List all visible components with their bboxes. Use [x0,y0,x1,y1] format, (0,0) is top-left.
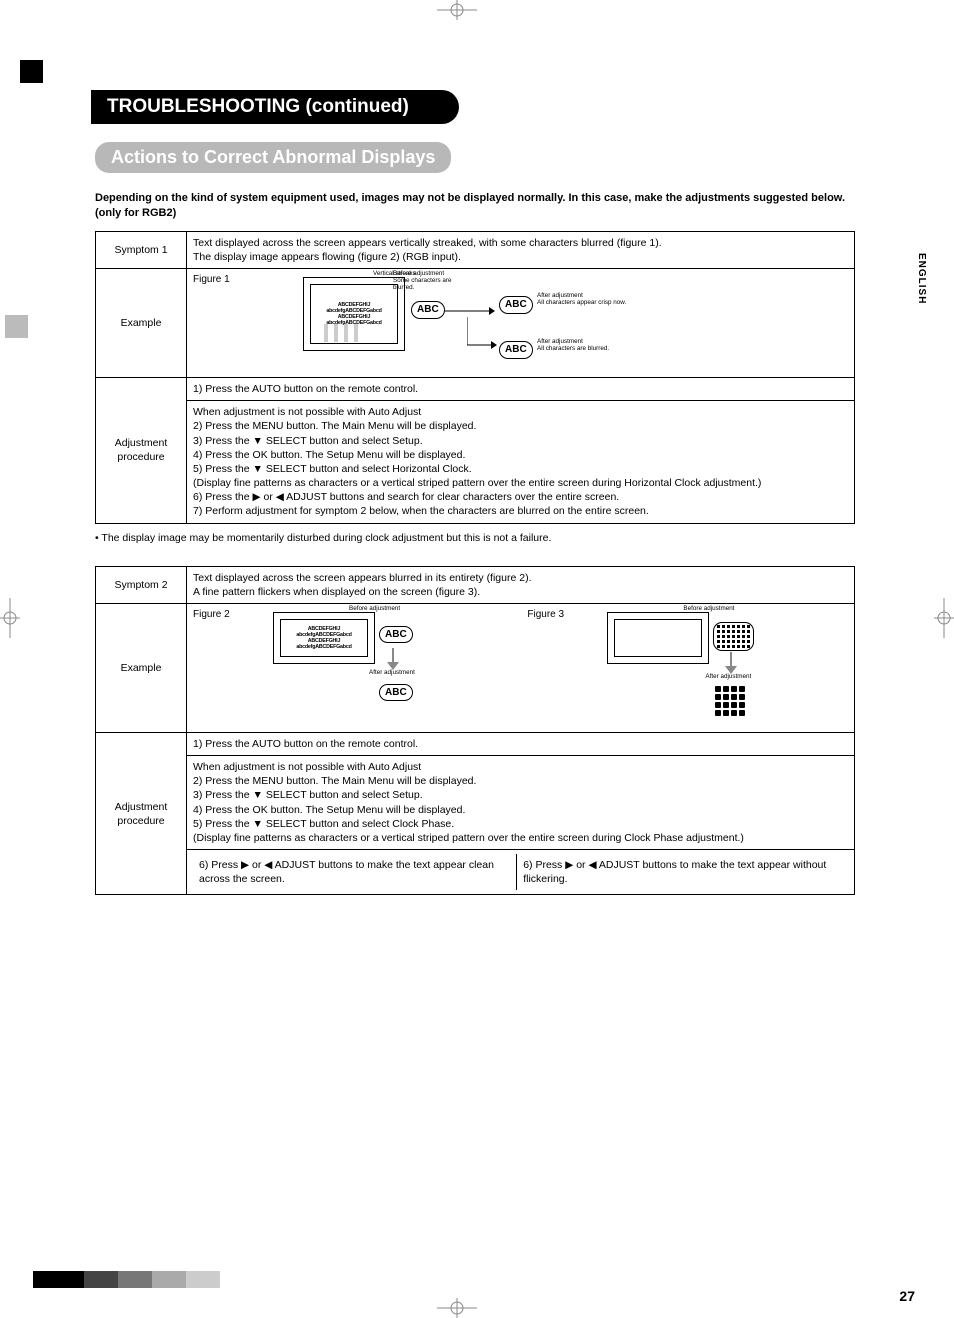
intro-text: Depending on the kind of system equipmen… [95,191,855,221]
annotation: After adjustment [369,670,415,677]
heading-main: TROUBLESHOOTING (continued) [91,90,459,124]
annotation: After adjustment All characters are blur… [537,339,627,353]
annotation: Before adjustment Some characters are bl… [393,271,473,292]
page-content: ENGLISH 27 TROUBLESHOOTING (continued) A… [95,90,855,903]
page-number: 27 [899,1288,915,1304]
abc-bubble: ABC [379,684,413,702]
procedure-text: 1) Press the AUTO button on the remote c… [187,378,855,401]
procedure-text: 1) Press the AUTO button on the remote c… [187,732,855,755]
procedure-text: 6) Press ▶ or ◀ ADJUST buttons to make t… [193,854,517,890]
abc-bubble: ABC [499,341,533,359]
footer-deco [33,1271,220,1288]
symptom1-table: Symptom 1 Text displayed across the scre… [95,231,855,524]
figure-label: Figure 2 [193,608,230,622]
annotation: Before adjustment [349,606,400,613]
figure-label: Figure 3 [527,608,564,622]
table-label: Example [96,269,187,378]
procedure-text: When adjustment is not possible with Aut… [187,756,855,850]
table-label: Example [96,603,187,732]
table-label: Symptom 2 [96,566,187,603]
abc-bubble: ABC [379,626,413,644]
annotation: After adjustment All characters appear c… [537,293,627,307]
figure-label: Figure 1 [193,273,230,287]
figure-text: abcdefgABCDEFGabcd [296,644,351,650]
cropmark-icon [0,598,20,638]
note-text: • The display image may be momentarily d… [95,532,855,544]
annotation: Before adjustment [683,606,734,613]
procedure-text: 6) Press ▶ or ◀ ADJUST buttons to make t… [517,854,841,890]
symptom-text: Text displayed across the screen appears… [187,566,855,603]
table-label: Symptom 1 [96,231,187,268]
deco-square [20,60,43,83]
cropmark-icon [934,598,954,638]
annotation: After adjustment [705,674,751,681]
figure-tv: ABCDEFGHIJ abcdefgABCDEFGabcd ABCDEFGHIJ… [273,612,375,664]
heading-sub: Actions to Correct Abnormal Displays [95,142,451,173]
procedure-text: When adjustment is not possible with Aut… [187,401,855,523]
arrow-right-icon [445,306,495,316]
symptom-text: Text displayed across the screen appears… [187,231,855,268]
procedure-split: 6) Press ▶ or ◀ ADJUST buttons to make t… [187,850,855,895]
symptom2-table: Symptom 2 Text displayed across the scre… [95,566,855,896]
language-tab: ENGLISH [916,253,927,304]
cropmark-icon [437,0,477,20]
pattern-bubble [713,622,754,651]
cropmark-icon [437,1298,477,1318]
deco-square [5,315,28,338]
table-label: Adjustment procedure [96,732,187,895]
abc-bubble: ABC [411,301,445,319]
figure-tv [607,612,709,664]
figure-tv: ABCDEFGHIJ abcdefgABCDEFGabcd ABCDEFGHIJ… [303,277,405,351]
pattern-after [715,686,745,716]
example-cell: Figure 1 ABCDEFGHIJ abcdefgABCDEFGabcd A… [187,269,855,378]
abc-bubble: ABC [499,296,533,314]
arrow-branch-icon [467,317,497,351]
example-cell: Figure 2 ABCDEFGHIJ abcdefgABCDEFGabcd A… [187,603,855,732]
table-label: Adjustment procedure [96,378,187,524]
